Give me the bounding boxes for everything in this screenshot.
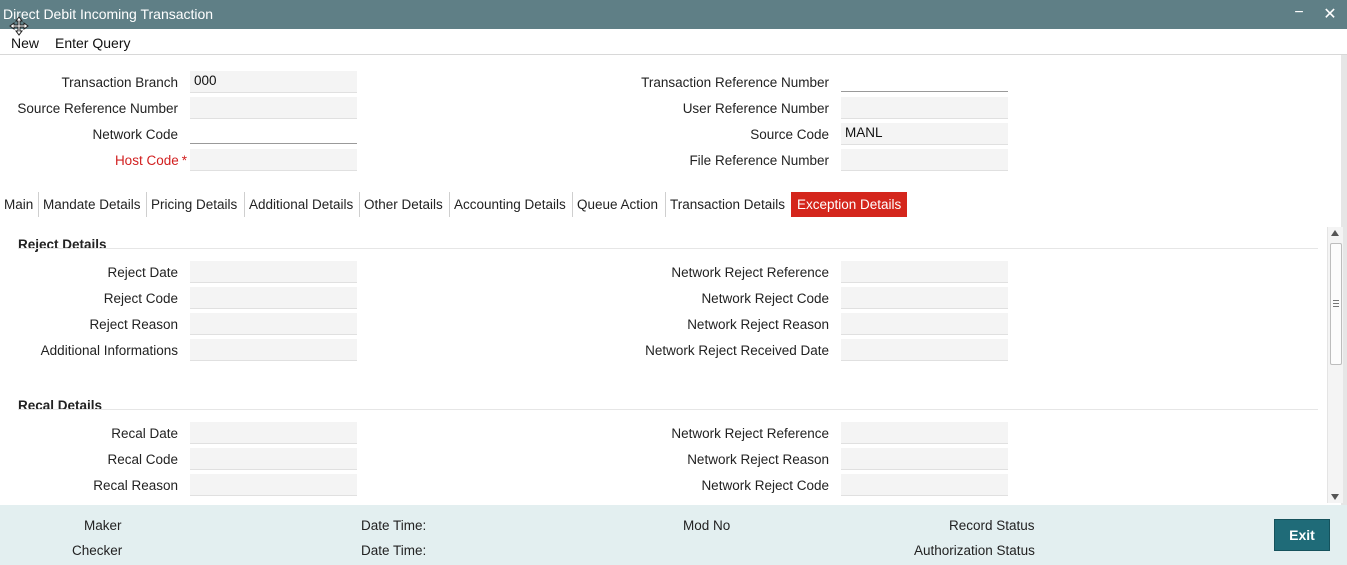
host-code-label-text: Host Code — [114, 153, 179, 168]
checker-label: Checker — [72, 543, 123, 558]
network-code-field[interactable] — [190, 122, 357, 144]
host-code-label: Host Code * — [115, 153, 187, 168]
user-reference-number-label: User Reference Number — [682, 101, 829, 116]
reject-code-field[interactable] — [190, 287, 357, 309]
source-reference-number-field[interactable] — [190, 97, 357, 119]
source-reference-number-label: Source Reference Number — [17, 101, 178, 116]
additional-informations-label: Additional Informations — [40, 343, 178, 358]
recal-reason-label: Recal Reason — [93, 478, 178, 493]
tab-main[interactable]: Main — [0, 192, 37, 217]
network-reject-reason-field[interactable] — [841, 313, 1008, 335]
window-titlebar: Direct Debit Incoming Transaction − ✕ — [0, 0, 1347, 29]
required-marker: * — [181, 153, 187, 168]
tab-accounting-details[interactable]: Accounting Details — [449, 192, 570, 217]
recal-details-divider — [18, 409, 1318, 410]
tab-transaction-details[interactable]: Transaction Details — [665, 192, 789, 217]
menu-bar: New Enter Query — [0, 29, 1347, 55]
reject-details-divider — [18, 248, 1318, 249]
checker-date-time-label: Date Time: — [361, 543, 427, 558]
tab-pricing-details[interactable]: Pricing Details — [146, 192, 241, 217]
network-reject-code-field[interactable] — [841, 287, 1008, 309]
recal-network-reject-code-field[interactable] — [841, 474, 1008, 496]
recal-network-reject-code-label: Network Reject Code — [701, 478, 829, 493]
network-reject-code-label: Network Reject Code — [701, 291, 829, 306]
recal-reason-field[interactable] — [190, 474, 357, 496]
tab-exception-details[interactable]: Exception Details — [791, 192, 908, 217]
maker-date-time-label: Date Time: — [361, 518, 427, 533]
source-code-label: Source Code — [750, 127, 829, 142]
network-reject-reason-label: Network Reject Reason — [687, 317, 829, 332]
host-code-field[interactable] — [190, 149, 357, 171]
record-status-label: Record Status — [949, 518, 1035, 533]
network-reject-received-date-label: Network Reject Received Date — [645, 343, 829, 358]
menu-item-enter-query[interactable]: Enter Query — [55, 35, 130, 51]
scrollbar-thumb[interactable] — [1330, 243, 1342, 365]
reject-code-label: Reject Code — [103, 291, 178, 306]
recal-network-reject-reference-field[interactable] — [841, 422, 1008, 444]
network-code-label: Network Code — [92, 127, 178, 142]
minimize-icon[interactable]: − — [1290, 4, 1308, 24]
reject-date-label: Reject Date — [107, 265, 178, 280]
recal-date-field[interactable] — [190, 422, 357, 444]
recal-details-title: Recal Details — [18, 398, 103, 413]
reject-reason-field[interactable] — [190, 313, 357, 335]
transaction-branch-field[interactable]: 000 — [190, 71, 357, 93]
menu-item-new[interactable]: New — [11, 35, 39, 51]
recal-code-label: Recal Code — [107, 452, 178, 467]
maker-label: Maker — [84, 518, 122, 533]
network-reject-received-date-field[interactable] — [841, 339, 1008, 361]
scroll-up-icon[interactable] — [1331, 230, 1339, 236]
recal-network-reject-reason-field[interactable] — [841, 448, 1008, 470]
file-reference-number-label: File Reference Number — [689, 153, 829, 168]
reject-reason-label: Reject Reason — [89, 317, 178, 332]
transaction-reference-number-label: Transaction Reference Number — [641, 75, 829, 90]
authorization-status-label: Authorization Status — [914, 543, 1035, 558]
additional-informations-field[interactable] — [190, 339, 357, 361]
source-code-field[interactable]: MANL — [841, 123, 1008, 145]
exit-button[interactable]: Exit — [1274, 519, 1330, 551]
recal-code-field[interactable] — [190, 448, 357, 470]
close-icon[interactable]: ✕ — [1321, 4, 1339, 24]
grip-icon — [1333, 300, 1339, 307]
content-scrollbar[interactable] — [1327, 227, 1343, 503]
tab-queue-action[interactable]: Queue Action — [572, 192, 662, 217]
tab-other-details[interactable]: Other Details — [359, 192, 447, 217]
mod-no-label: Mod No — [683, 518, 731, 533]
transaction-reference-number-field[interactable] — [841, 70, 1008, 92]
file-reference-number-field[interactable] — [841, 149, 1008, 171]
network-reject-reference-field[interactable] — [841, 261, 1008, 283]
network-reject-reference-label: Network Reject Reference — [671, 265, 829, 280]
user-reference-number-field[interactable] — [841, 97, 1008, 119]
tab-additional-details[interactable]: Additional Details — [244, 192, 357, 217]
recal-network-reject-reason-label: Network Reject Reason — [687, 452, 829, 467]
reject-date-field[interactable] — [190, 261, 357, 283]
reject-details-title: Reject Details — [18, 237, 107, 252]
scroll-down-icon[interactable] — [1331, 494, 1339, 500]
recal-network-reject-reference-label: Network Reject Reference — [671, 426, 829, 441]
audit-footer: Maker Checker Date Time: Date Time: Mod … — [0, 505, 1347, 565]
window-title: Direct Debit Incoming Transaction — [3, 6, 214, 22]
recal-date-label: Recal Date — [111, 426, 178, 441]
tab-mandate-details[interactable]: Mandate Details — [38, 192, 145, 217]
transaction-branch-label: Transaction Branch — [61, 75, 178, 90]
